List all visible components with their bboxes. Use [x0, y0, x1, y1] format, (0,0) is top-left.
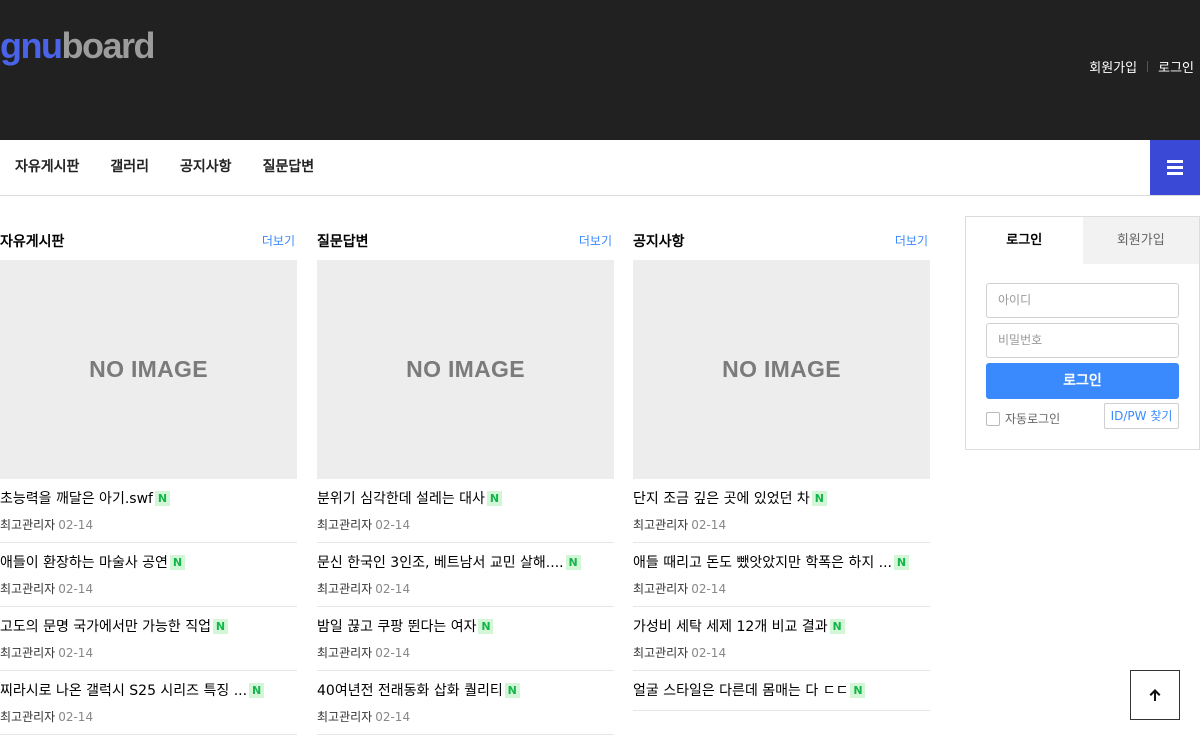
- list-item[interactable]: 밤일 끊고 쿠팡 뛴다는 여자 N 최고관리자 02-14: [317, 607, 614, 671]
- post-date: 02-14: [375, 710, 411, 724]
- post-date: 02-14: [58, 582, 94, 596]
- post-date: 02-14: [58, 646, 94, 660]
- list-item[interactable]: 분위기 심각한데 설레는 대사 N 최고관리자 02-14: [317, 479, 614, 543]
- board-latest-qa: 질문답변 더보기 NO IMAGE 분위기 심각한데 설레는 대사 N 최고관리자…: [317, 196, 614, 735]
- post-date: 02-14: [375, 518, 411, 532]
- new-badge: N: [478, 619, 494, 634]
- login-submit-button[interactable]: 로그인: [986, 363, 1179, 399]
- id-input[interactable]: 아이디: [986, 283, 1179, 318]
- post-author: 최고관리자: [633, 582, 689, 596]
- new-badge: N: [169, 555, 185, 570]
- post-author: 최고관리자: [317, 710, 373, 724]
- list-item[interactable]: 애들이 환장하는 마술사 공연 N 최고관리자 02-14: [0, 543, 297, 607]
- board-latest-free: 자유게시판 더보기 NO IMAGE 초능력을 깨달은 아기.swf N 최고관리…: [0, 196, 297, 735]
- auto-login-label: 자동로그인: [1005, 412, 1061, 426]
- post-author: 최고관리자: [633, 518, 689, 532]
- new-badge: N: [894, 555, 910, 570]
- thumbnail-placeholder[interactable]: NO IMAGE: [633, 260, 930, 479]
- post-title[interactable]: 애들이 환장하는 마술사 공연: [0, 555, 168, 571]
- post-author: 최고관리자: [317, 518, 373, 532]
- post-author: 최고관리자: [317, 582, 373, 596]
- post-date: 02-14: [375, 582, 411, 596]
- more-link[interactable]: 더보기: [895, 232, 928, 249]
- post-title[interactable]: 가성비 세탁 세제 12개 비교 결과: [633, 619, 828, 635]
- hamburger-icon: [1167, 160, 1183, 163]
- new-badge: N: [850, 683, 866, 698]
- list-item[interactable]: 초능력을 깨달은 아기.swf N 최고관리자 02-14: [0, 479, 297, 543]
- new-badge: N: [811, 491, 827, 506]
- thumbnail-placeholder[interactable]: NO IMAGE: [0, 260, 297, 479]
- post-date: 02-14: [58, 518, 94, 532]
- join-link[interactable]: 회원가입: [1089, 57, 1137, 76]
- list-item[interactable]: 가성비 세탁 세제 12개 비교 결과 N 최고관리자 02-14: [633, 607, 930, 671]
- board-title[interactable]: 자유게시판: [0, 231, 64, 251]
- tab-login[interactable]: 로그인: [966, 217, 1083, 264]
- new-badge: N: [486, 491, 502, 506]
- board-latest-notice: 공지사항 더보기 NO IMAGE 단지 조금 깊은 곳에 있었던 차N 최고관…: [633, 196, 930, 711]
- find-id-pw-button[interactable]: ID/PW 찾기: [1104, 403, 1179, 429]
- thumbnail-placeholder[interactable]: NO IMAGE: [317, 260, 614, 479]
- new-badge: N: [829, 619, 845, 634]
- post-date: 02-14: [58, 710, 94, 724]
- login-link[interactable]: 로그인: [1158, 57, 1194, 76]
- login-tabs: 로그인 회원가입: [966, 217, 1199, 264]
- post-author: 최고관리자: [0, 646, 56, 660]
- post-title[interactable]: 문신 한국인 3인조, 베트남서 교민 살해....: [317, 555, 564, 571]
- scroll-top-button[interactable]: [1130, 670, 1180, 720]
- list-item[interactable]: 고도의 문명 국가에서만 가능한 직업 N 최고관리자 02-14: [0, 607, 297, 671]
- menu-button[interactable]: [1150, 140, 1200, 195]
- password-input[interactable]: 비밀번호: [986, 323, 1179, 358]
- more-link[interactable]: 더보기: [262, 232, 295, 249]
- post-date: 02-14: [691, 582, 727, 596]
- post-title[interactable]: 얼굴 스타일은 다른데 몸매는 다 ㄷㄷ: [633, 683, 848, 699]
- site-logo[interactable]: gnuboard: [0, 26, 155, 66]
- new-badge: N: [249, 683, 265, 698]
- board-title[interactable]: 공지사항: [633, 231, 685, 251]
- site-header: gnuboard 회원가입 로그인: [0, 0, 1200, 140]
- post-title[interactable]: 단지 조금 깊은 곳에 있었던 차: [633, 491, 810, 507]
- post-author: 최고관리자: [633, 646, 689, 660]
- top-links: 회원가입 로그인: [1089, 57, 1194, 76]
- link-divider: [1147, 61, 1149, 72]
- post-author: 최고관리자: [0, 710, 56, 724]
- nav-item-qa[interactable]: 질문답변: [263, 158, 315, 176]
- auto-login[interactable]: 자동로그인: [986, 410, 1060, 427]
- post-author: 최고관리자: [317, 646, 373, 660]
- post-title[interactable]: 40여년전 전래동화 삽화 퀄리티: [317, 683, 503, 699]
- new-badge: N: [565, 555, 581, 570]
- login-box: 로그인 회원가입 아이디 비밀번호 로그인 자동로그인 ID/PW 찾기: [965, 216, 1200, 450]
- post-title[interactable]: 찌라시로 나온 갤럭시 S25 시리즈 특징 ...: [0, 683, 247, 699]
- tab-join[interactable]: 회원가입: [1082, 217, 1199, 264]
- list-item[interactable]: 40여년전 전래동화 삽화 퀄리티 N 최고관리자 02-14: [317, 671, 614, 735]
- post-title[interactable]: 분위기 심각한데 설레는 대사: [317, 491, 485, 507]
- post-title[interactable]: 고도의 문명 국가에서만 가능한 직업: [0, 619, 211, 635]
- post-date: 02-14: [691, 518, 727, 532]
- auto-login-checkbox[interactable]: [986, 411, 1000, 426]
- nav-item-gallery[interactable]: 갤러리: [110, 158, 149, 176]
- new-badge: N: [504, 683, 520, 698]
- list-item[interactable]: 문신 한국인 3인조, 베트남서 교민 살해.... N 최고관리자 02-14: [317, 543, 614, 607]
- arrow-up-icon: [1149, 689, 1161, 701]
- new-badge: N: [154, 491, 170, 506]
- new-badge: N: [213, 619, 228, 634]
- post-date: 02-14: [691, 646, 727, 660]
- post-author: 최고관리자: [0, 582, 56, 596]
- nav-item-notice[interactable]: 공지사항: [180, 158, 232, 176]
- list-item[interactable]: 애들 때리고 돈도 뺐앗았지만 학폭은 하지 ... N 최고관리자 02-14: [633, 543, 930, 607]
- post-author: 최고관리자: [0, 518, 56, 532]
- list-item[interactable]: 단지 조금 깊은 곳에 있었던 차N 최고관리자 02-14: [633, 479, 930, 543]
- post-title[interactable]: 애들 때리고 돈도 뺐앗았지만 학폭은 하지 ...: [633, 555, 892, 571]
- post-title[interactable]: 밤일 끊고 쿠팡 뛴다는 여자: [317, 619, 476, 635]
- nav-item-free-board[interactable]: 자유게시판: [15, 158, 79, 176]
- post-date: 02-14: [375, 646, 411, 660]
- post-title[interactable]: 초능력을 깨달은 아기.swf: [0, 491, 153, 507]
- list-item[interactable]: 찌라시로 나온 갤럭시 S25 시리즈 특징 ... N 최고관리자 02-14: [0, 671, 297, 735]
- more-link[interactable]: 더보기: [579, 232, 612, 249]
- list-item[interactable]: 얼굴 스타일은 다른데 몸매는 다 ㄷㄷ N: [633, 671, 930, 711]
- board-title[interactable]: 질문답변: [317, 231, 369, 251]
- main-nav: 자유게시판 갤러리 공지사항 질문답변: [0, 140, 1200, 196]
